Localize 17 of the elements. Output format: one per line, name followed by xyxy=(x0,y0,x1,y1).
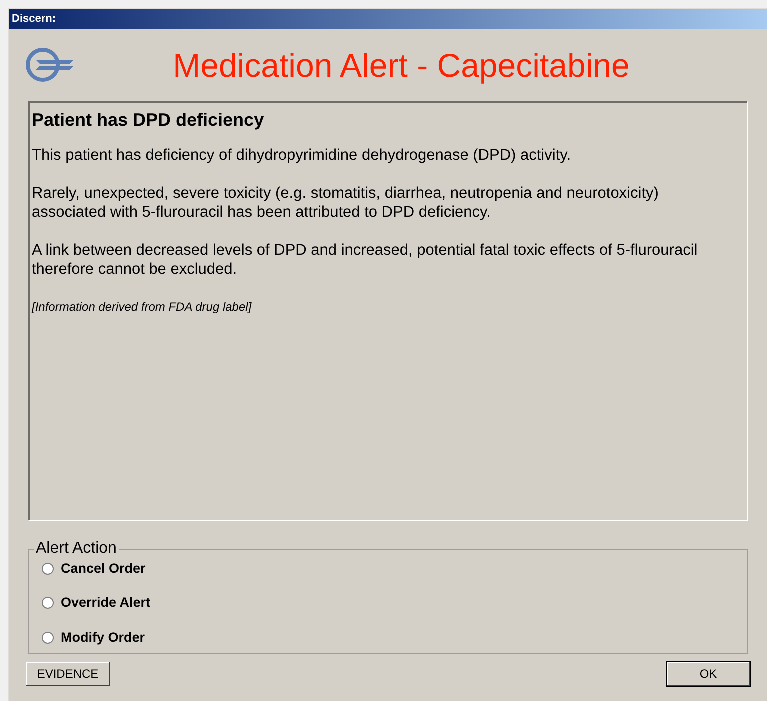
radio-button[interactable] xyxy=(42,563,54,576)
alert-title: Medication Alert - Capecitabine xyxy=(173,48,630,82)
radio-option[interactable]: Cancel Order xyxy=(42,559,734,580)
message-heading: Patient has DPD deficiency xyxy=(32,109,266,132)
group-label: Alert Action xyxy=(35,541,118,557)
radio-button[interactable] xyxy=(42,632,54,644)
message-paragraph: A link between decreased levels of DPD and increased, potential fatal toxic effects of 5-flurouracil therefore cannot be excluded. xyxy=(32,241,699,279)
message-paragraph: This patient has deficiency of dihydropyrimidine dehydrogenase (DPD) activity. xyxy=(32,146,572,165)
logo-icon xyxy=(26,47,76,83)
message-paragraph: Rarely, unexpected, severe toxicity (e.g. stomatitis, diarrhea, neutropenia and neurotoxicity) associated with 5-flurouracil has been attributed to DPD deficiency. xyxy=(32,184,660,222)
radio-option[interactable]: Modify Order xyxy=(42,628,734,648)
radio-option[interactable]: Override Alert xyxy=(42,593,734,614)
window-title: Discern: xyxy=(12,12,56,27)
radio-button[interactable] xyxy=(42,597,54,610)
ok-button[interactable]: OK xyxy=(667,662,750,686)
evidence-button[interactable]: EVIDENCE xyxy=(26,662,110,686)
source-note: [Information derived from FDA drug label] xyxy=(32,299,253,316)
